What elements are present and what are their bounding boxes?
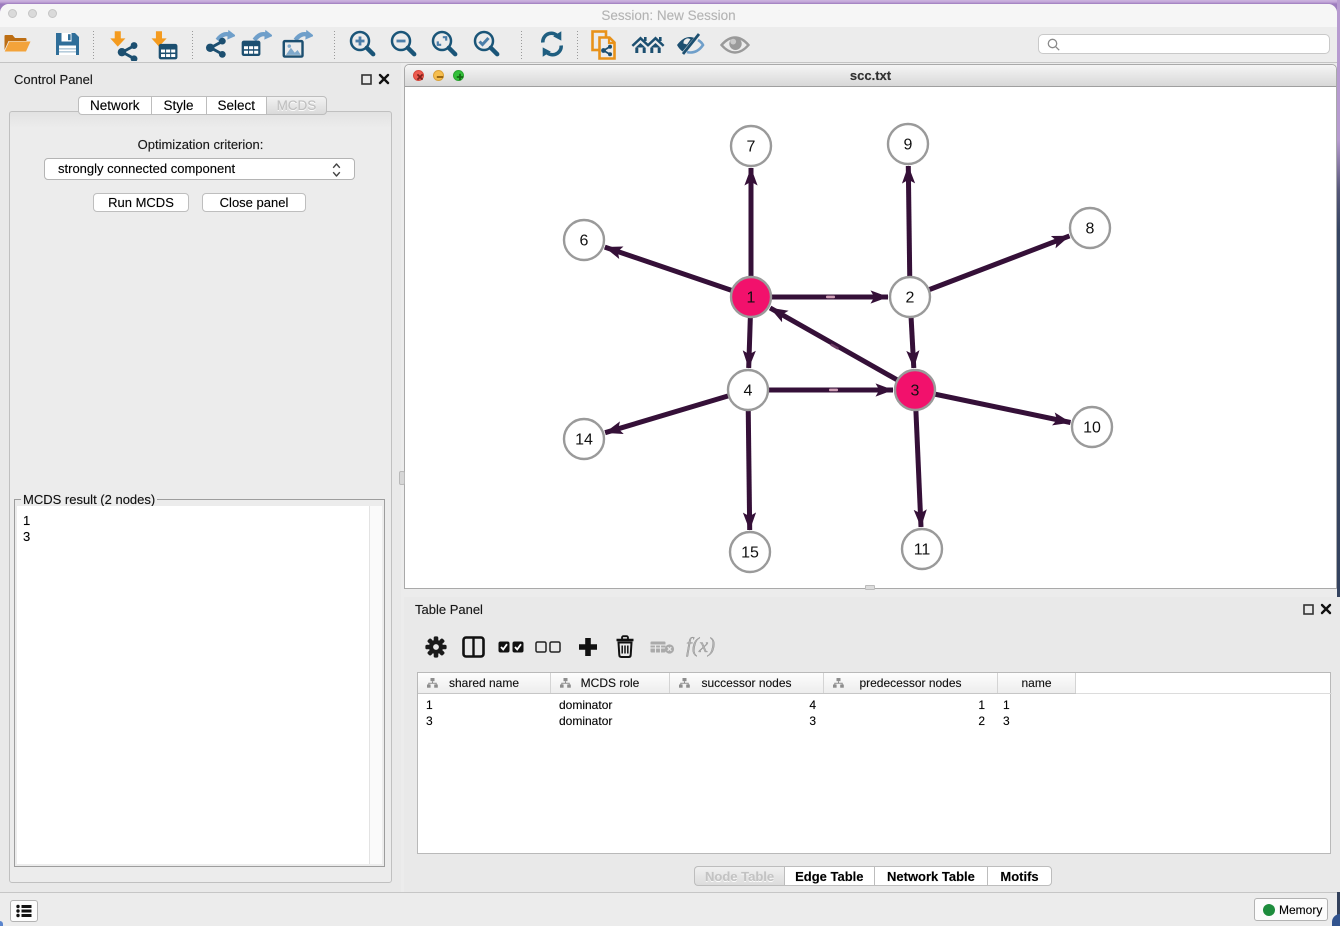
svg-text:2: 2	[906, 290, 915, 307]
svg-text:8: 8	[1086, 221, 1095, 238]
svg-text:1: 1	[747, 290, 756, 307]
svg-text:9: 9	[904, 137, 913, 154]
svg-text:6: 6	[580, 233, 589, 250]
svg-text:14: 14	[575, 432, 593, 449]
svg-text:10: 10	[1083, 420, 1101, 437]
svg-text:3: 3	[911, 383, 920, 400]
svg-text:11: 11	[914, 542, 931, 559]
svg-text:7: 7	[747, 139, 756, 156]
svg-text:15: 15	[741, 545, 759, 562]
svg-text:4: 4	[744, 383, 753, 400]
